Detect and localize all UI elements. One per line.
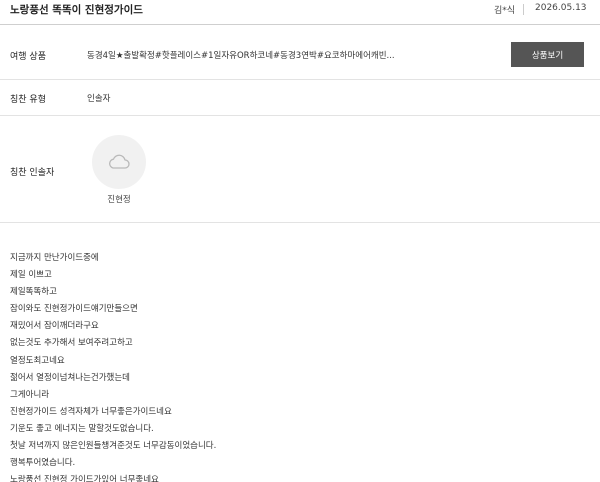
review-body: 지금까지 만난가이드중에 제일 이쁘고 제일똑똑하고 잠이와도 진현정가이드얘기… [10, 250, 590, 482]
review-header: 노랑풍선 똑똑이 진현정가이드 김*식 2026.05.13 [0, 0, 600, 24]
divider [0, 222, 600, 223]
travel-product-label: 여행 상품 [10, 52, 46, 62]
review-line: 잠이와도 진현정가이드얘기만들으면 [10, 304, 138, 315]
divider [0, 115, 600, 116]
header-divider [523, 4, 524, 15]
review-line: 그게아니라 [10, 389, 50, 400]
review-line: 제일똑똑하고 [10, 287, 57, 298]
review-line: 행복투어였습니다. [10, 458, 76, 469]
review-title: 노랑풍선 똑똑이 진현정가이드 [10, 4, 143, 16]
review-line: 기운도 좋고 에너지는 말할것도없습니다. [10, 423, 154, 434]
cloud-icon [109, 154, 130, 169]
review-line: 재밌어서 잠이깨더라구요 [10, 321, 99, 332]
review-date: 2026.05.13 [535, 3, 587, 13]
review-line: 지금까지 만난가이드중에 [10, 253, 99, 263]
review-line: 없는것도 추가해서 보여주려고하고 [10, 338, 133, 349]
travel-product-value[interactable]: 동경4일★출발확정#핫플레이스#1일자유OR하코네#동경3연박#요코하마에어캐빈… [87, 49, 395, 61]
review-line: 첫날 저녁까지 많은인원들챙겨준것도 너무감동이었습니다. [10, 441, 217, 452]
divider [0, 24, 600, 25]
review-line: 노랑풍선 진현정 가이드가있어 너무좋네요 [10, 475, 159, 482]
guide-avatar [92, 135, 146, 189]
review-line: 진현정가이드 성격자체가 너무좋은가이드네요 [10, 406, 172, 417]
praise-type-label: 칭찬 유형 [10, 95, 46, 105]
view-product-button[interactable]: 상품보기 [511, 42, 584, 67]
divider [0, 79, 600, 80]
review-line: 열정도최고네요 [10, 355, 65, 366]
review-author: 김*식 [494, 6, 516, 16]
guide-name: 진현정 [107, 195, 131, 205]
review-line: 젊어서 열정이넘쳐나는건가했는데 [10, 372, 131, 383]
praise-guide-label: 칭찬 인솔자 [10, 168, 55, 178]
praise-type-value: 인솔자 [87, 94, 111, 104]
review-line: 제일 이쁘고 [10, 270, 52, 281]
